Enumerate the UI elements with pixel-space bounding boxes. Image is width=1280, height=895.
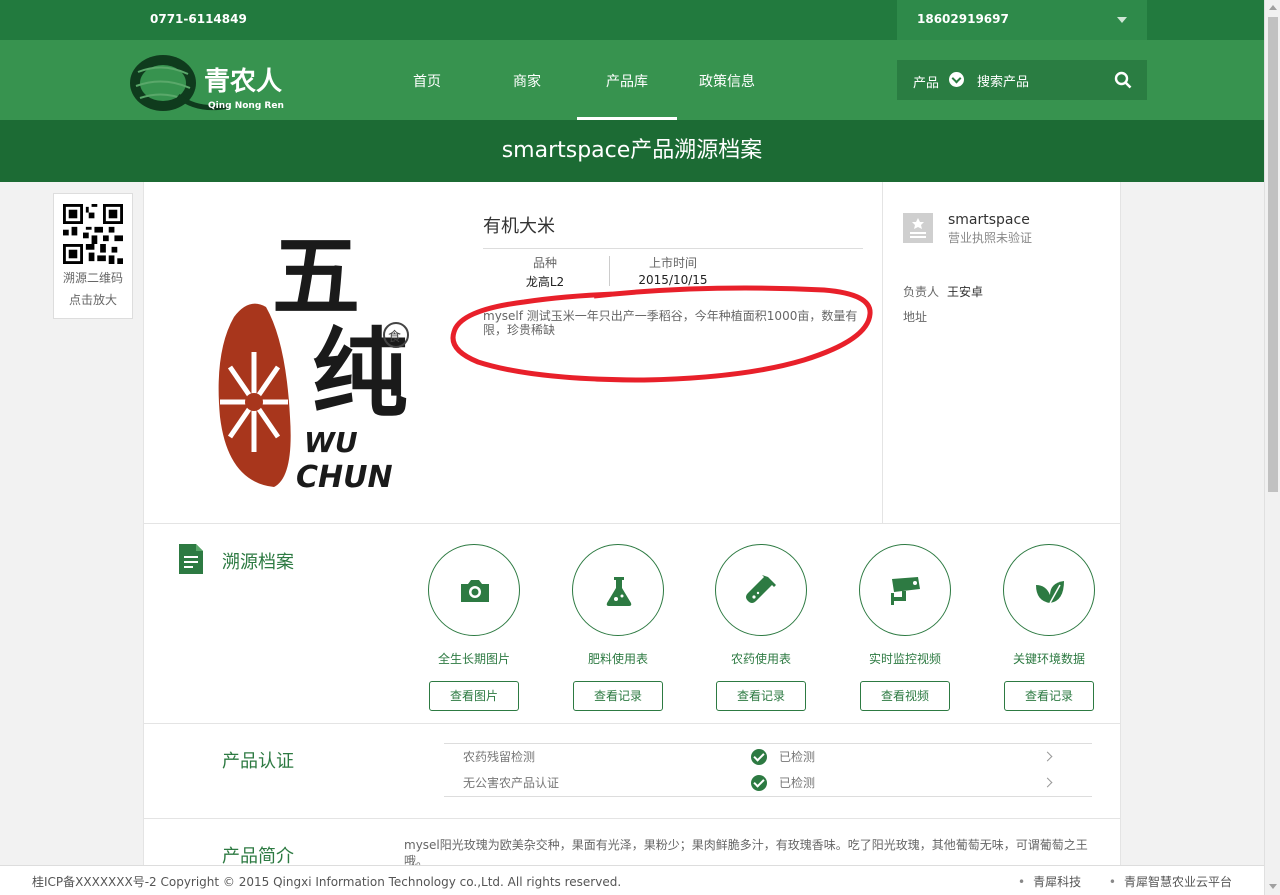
document-icon (179, 544, 203, 574)
date-label: 上市时间 (648, 256, 697, 270)
view-fertilizer-button[interactable]: 查看记录 (573, 681, 663, 711)
account-dropdown[interactable]: 18602919697 (897, 0, 1147, 40)
certification-title: 产品认证 (222, 751, 294, 772)
scroll-down-arrow-icon[interactable] (1269, 884, 1277, 889)
footer-links: 青犀科技 青犀智慧农业云平台 (994, 873, 1232, 890)
cert-status: 已检测 (779, 776, 816, 790)
feature-label: 肥料使用表 (587, 652, 648, 666)
copyright: 桂ICP备XXXXXXX号-2 Copyright © 2015 Qingxi … (32, 875, 622, 889)
feature-circle[interactable] (1003, 544, 1095, 636)
divider (144, 723, 1120, 724)
variety-label: 品种 (532, 256, 557, 270)
cert-row-pesticide-residue[interactable]: 农药残留检测 已检测 (444, 744, 1092, 770)
seller-avatar (903, 213, 933, 243)
check-circle-icon (751, 775, 767, 791)
feature-circle[interactable] (859, 544, 951, 636)
qr-code-icon (63, 204, 123, 264)
main-nav: 首页 商家 产品库 政策信息 (377, 40, 777, 120)
trace-section-title: 溯源档案 (222, 552, 294, 573)
flask-icon (606, 577, 632, 606)
search-bar: 产品 搜索产品 (897, 60, 1147, 100)
cert-name: 无公害农产品认证 (463, 776, 560, 790)
feature-growth-photos: 全生长期图片 查看图片 (428, 544, 520, 711)
hotline-phone: 0771-6114849 (150, 12, 247, 26)
nav-policy[interactable]: 政策信息 (677, 40, 777, 120)
scrollbar[interactable] (1264, 0, 1280, 895)
qr-label: 溯源二维码 (62, 271, 123, 285)
account-name: 18602919697 (917, 12, 1009, 26)
cert-name: 农药残留检测 (463, 750, 536, 764)
certification-list: 农药残留检测 已检测 无公害农产品认证 已检测 (444, 743, 1092, 797)
footer: 桂ICP备XXXXXXX号-2 Copyright © 2015 Qingxi … (0, 865, 1264, 895)
logo-pinyin: Qing Nong Ren (208, 101, 284, 111)
cctv-camera-icon (891, 577, 920, 605)
product-name: 有机大米 (483, 212, 863, 249)
brand-hanzi-wu: 五 (272, 224, 360, 328)
feature-circle[interactable] (715, 544, 807, 636)
view-pesticide-button[interactable]: 查看记录 (716, 681, 806, 711)
scroll-up-arrow-icon[interactable] (1269, 5, 1277, 10)
test-tube-icon (746, 575, 776, 603)
nav-products[interactable]: 产品库 (577, 40, 677, 120)
divider (144, 818, 1120, 819)
footer-link-company[interactable]: 青犀科技 (1018, 875, 1081, 889)
footer-link-platform[interactable]: 青犀智慧农业云平台 (1109, 875, 1232, 889)
seller-name[interactable]: smartspace (948, 212, 1030, 228)
feature-label: 农药使用表 (730, 652, 791, 666)
divider (144, 523, 1120, 524)
camera-icon (461, 580, 489, 602)
chevron-right-icon (1042, 777, 1053, 788)
view-environment-button[interactable]: 查看记录 (1004, 681, 1094, 711)
page-title: smartspace产品溯源档案 (0, 120, 1264, 182)
address-label: 地址 (903, 310, 928, 324)
chevron-right-icon (1042, 751, 1053, 762)
feature-circle[interactable] (572, 544, 664, 636)
product-card: 五 纯 食 WU CHUN 有机大米 品种 龙高L2 上市时间 2015/10/… (143, 182, 1121, 895)
feature-live-video: 实时监控视频 查看视频 (859, 544, 951, 711)
main-header: 青农人 Qing Nong Ren 首页 商家 产品库 政策信息 产品 搜索产品 (0, 40, 1264, 120)
nav-merchants[interactable]: 商家 (477, 40, 577, 120)
qingnongren-logo[interactable]: 青农人 Qing Nong Ren (128, 52, 318, 114)
brand-en-wu: WU (304, 426, 358, 459)
feature-label: 实时监控视频 (868, 652, 941, 666)
seller-panel: smartspace 营业执照未验证 负责人 王安卓 地址 (882, 182, 1122, 523)
chevron-down-icon[interactable] (949, 72, 964, 87)
cert-row-pollution-free[interactable]: 无公害农产品认证 已检测 (444, 770, 1092, 796)
search-input[interactable]: 搜索产品 (977, 71, 1029, 90)
feature-fertilizer: 肥料使用表 查看记录 (572, 544, 664, 711)
brand-seal: 食 (388, 329, 401, 345)
leaf-icon (1036, 581, 1064, 604)
feature-pesticide: 农药使用表 查看记录 (715, 544, 807, 711)
search-category[interactable]: 产品 (913, 72, 939, 91)
view-photos-button[interactable]: 查看图片 (429, 681, 519, 711)
cert-status: 已检测 (779, 750, 816, 764)
feature-circle[interactable] (428, 544, 520, 636)
product-image[interactable]: 五 纯 食 WU CHUN (194, 202, 474, 502)
qr-zoom-hint: 点击放大 (68, 293, 117, 307)
owner-value: 王安卓 (947, 285, 984, 299)
owner-label: 负责人 (903, 285, 940, 299)
red-circle-annotation (450, 285, 873, 383)
brand-en-chun: CHUN (296, 460, 393, 495)
qr-code-box[interactable]: 溯源二维码 点击放大 (53, 193, 133, 319)
check-circle-icon (751, 749, 767, 765)
logo-brand: 青农人 (204, 67, 282, 97)
nav-home[interactable]: 首页 (377, 40, 477, 120)
search-icon[interactable] (1114, 71, 1132, 89)
scrollbar-thumb[interactable] (1268, 17, 1278, 492)
view-video-button[interactable]: 查看视频 (860, 681, 950, 711)
owner-row: 负责人 王安卓 (903, 283, 983, 300)
feature-environment: 关键环境数据 查看记录 (1003, 544, 1095, 711)
license-status: 营业执照未验证 (948, 231, 1033, 245)
feature-label: 关键环境数据 (1012, 652, 1085, 666)
top-bar: 0771-6114849 18602919697 (0, 0, 1264, 40)
caret-down-icon (1117, 17, 1127, 23)
feature-label: 全生长期图片 (437, 652, 510, 666)
